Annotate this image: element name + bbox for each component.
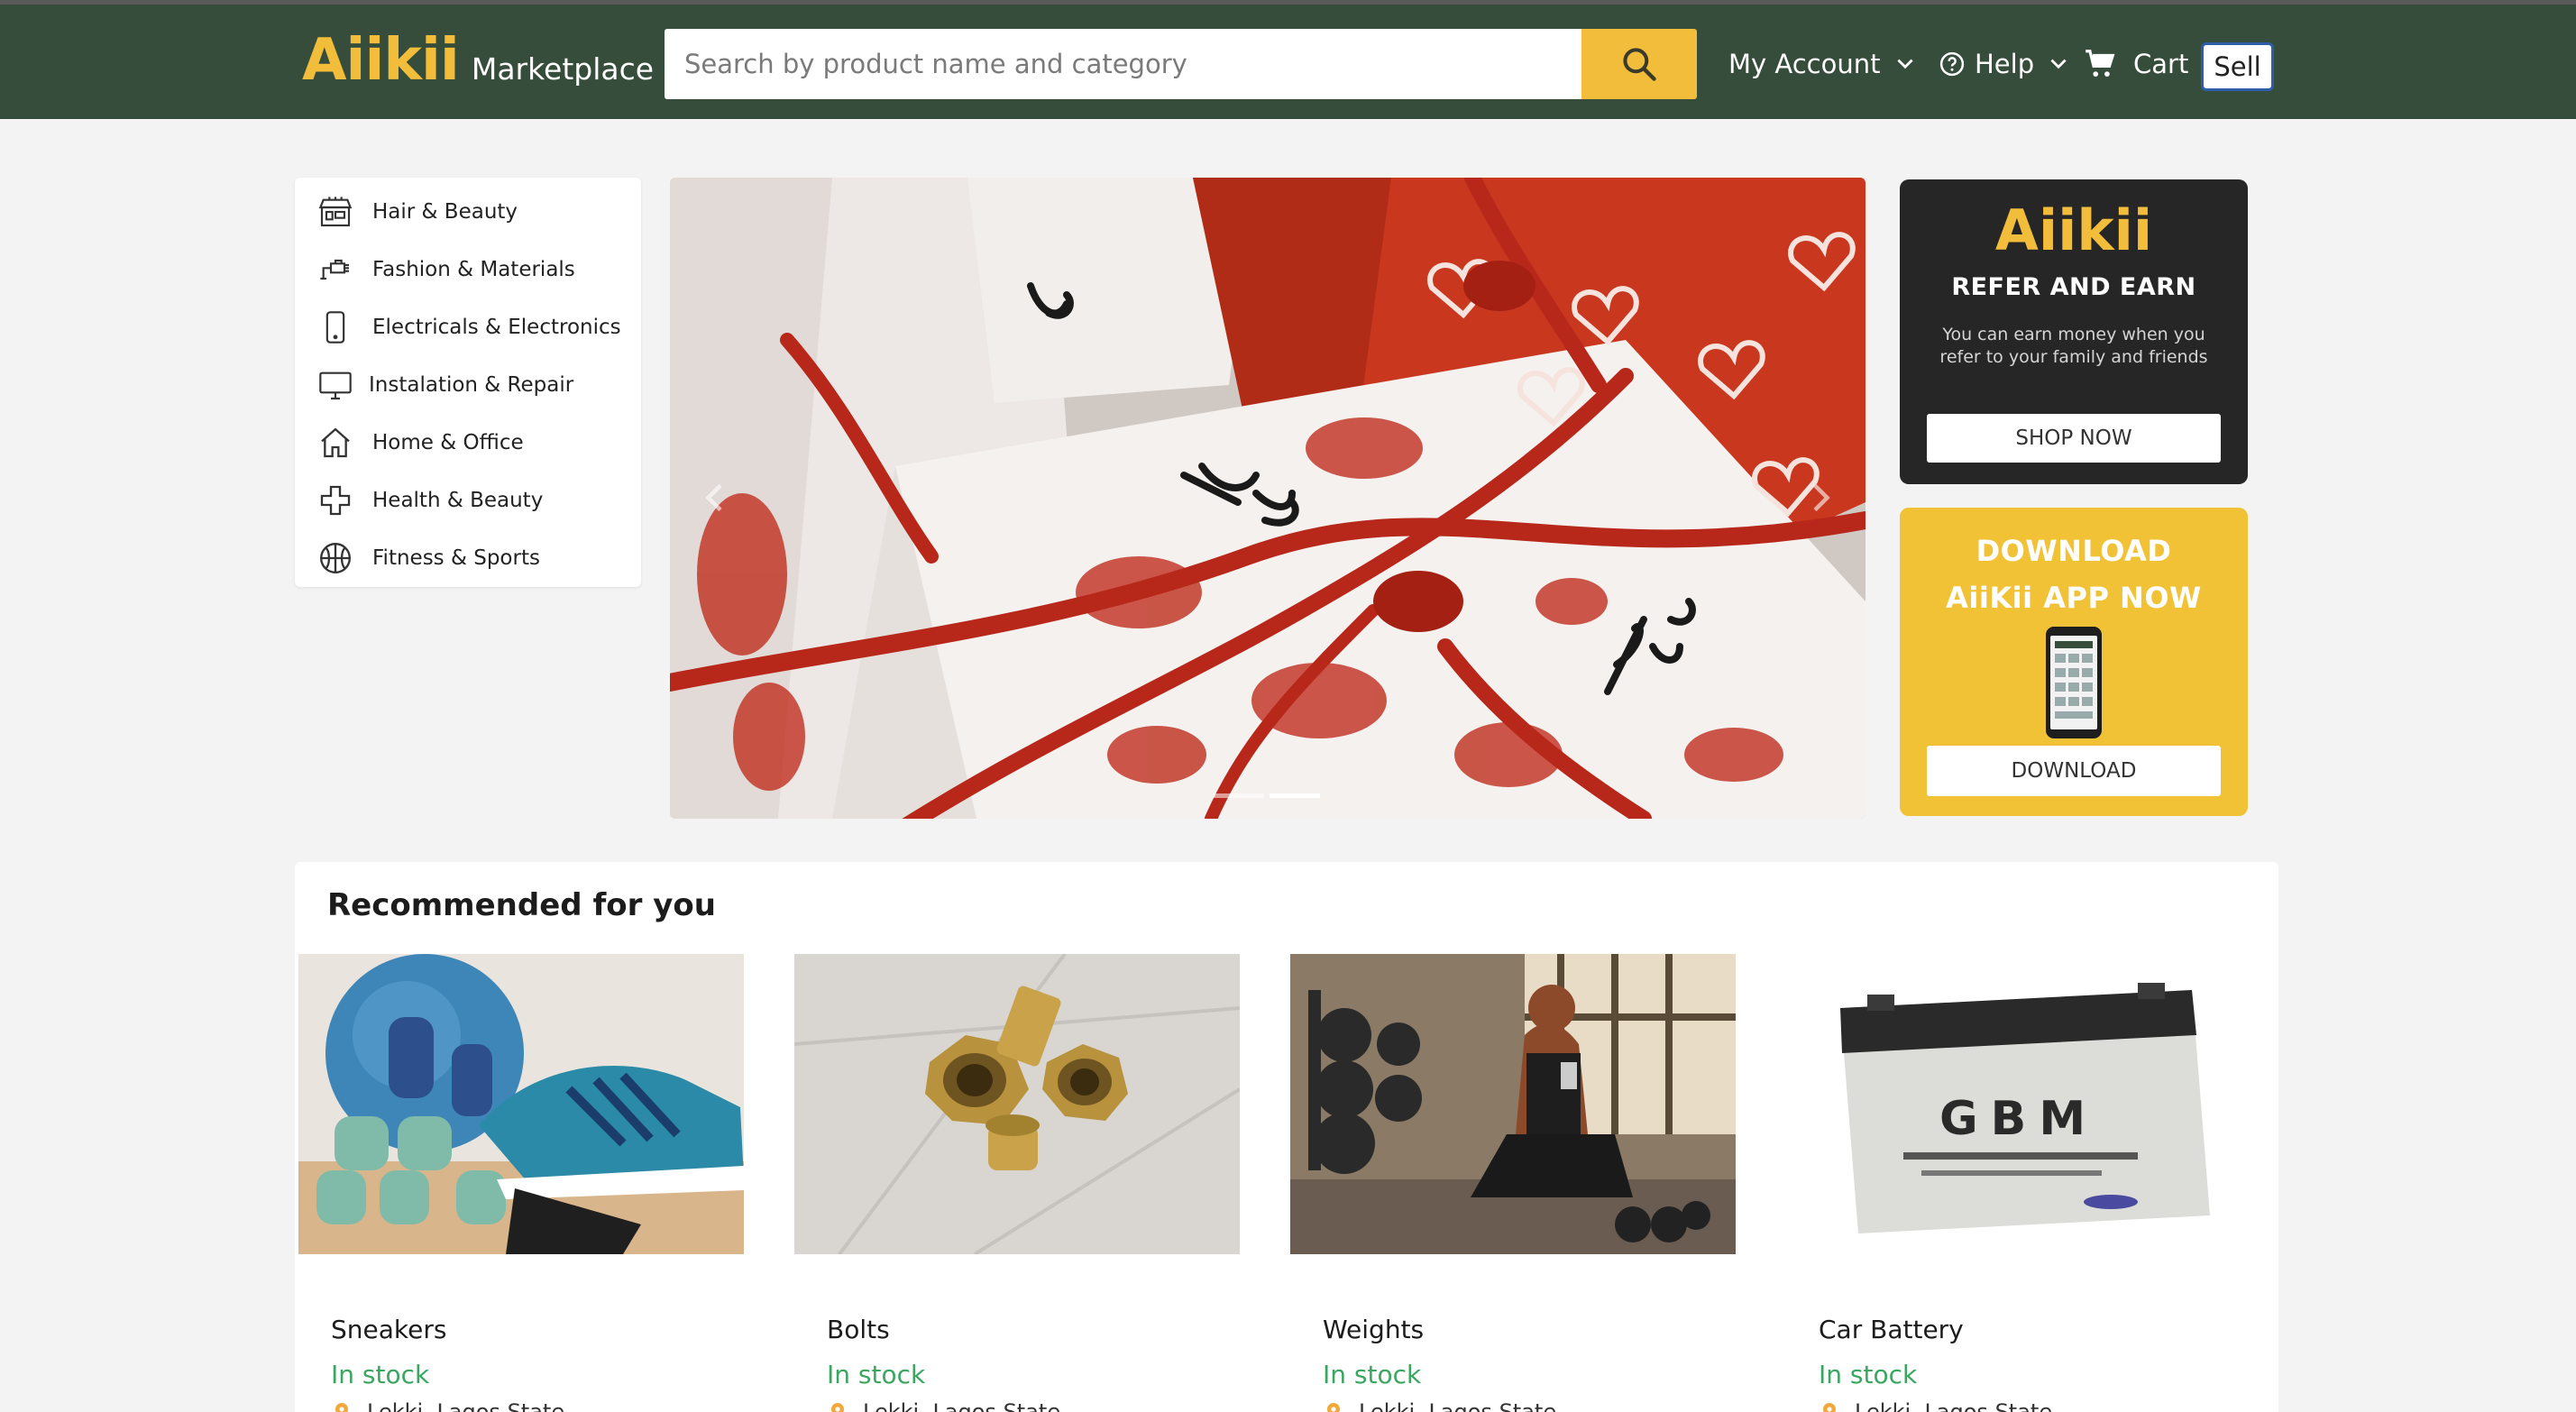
product-card[interactable]: Sneakers In stock Lekki, Lagos State <box>298 954 744 1412</box>
recommended-title: Recommended for you <box>327 887 716 923</box>
refer-earn-card: Aiikii REFER AND EARN You can earn money… <box>1900 179 2248 484</box>
store-icon <box>316 193 354 231</box>
location-label: Lekki, Lagos State <box>863 1399 1061 1412</box>
category-item-fitness-sports[interactable]: Fitness & Sports <box>316 535 540 582</box>
category-item-installation-repair[interactable]: Instalation & Repair <box>316 362 573 408</box>
recommended-section: Recommended for you Sneakers In stock Le… <box>295 862 2278 1412</box>
search-icon <box>1623 48 1656 81</box>
stock-status: In stock <box>331 1360 430 1389</box>
product-name: Bolts <box>827 1315 890 1344</box>
location-label: Lekki, Lagos State <box>1359 1399 1557 1412</box>
hero-pagination <box>1214 793 1320 798</box>
hero-prev-button[interactable] <box>688 466 742 529</box>
product-image <box>794 954 1240 1254</box>
cart-label: Cart <box>2133 49 2189 79</box>
category-item-electricals-electronics[interactable]: Electricals & Electronics <box>316 304 621 351</box>
refer-title: REFER AND EARN <box>1951 273 2196 301</box>
category-item-health-beauty[interactable]: Health & Beauty <box>316 477 543 524</box>
help-menu[interactable]: Help <box>1939 29 2070 99</box>
hero-dot[interactable] <box>1214 793 1264 798</box>
product-name: Weights <box>1323 1315 1425 1344</box>
location-label: Lekki, Lagos State <box>367 1399 565 1412</box>
site-logo[interactable]: Aiikii Marketplace <box>302 27 654 99</box>
product-name: Car Battery <box>1819 1315 1964 1344</box>
location-pin-icon <box>831 1403 844 1412</box>
location-pin-icon <box>1823 1403 1836 1412</box>
hero-dot-active[interactable] <box>1270 793 1320 798</box>
category-label: Fashion & Materials <box>372 258 575 281</box>
my-account-label: My Account <box>1728 49 1881 79</box>
category-item-fashion-materials[interactable]: Fashion & Materials <box>316 246 575 293</box>
chevron-down-icon <box>2050 59 2067 69</box>
stock-status: In stock <box>1819 1360 1918 1389</box>
category-label: Instalation & Repair <box>369 373 574 397</box>
category-label: Health & Beauty <box>372 489 544 512</box>
search-button[interactable] <box>1581 29 1697 99</box>
plus-icon <box>316 481 354 519</box>
home-icon <box>316 424 354 462</box>
product-card[interactable]: Bolts In stock Lekki, Lagos State <box>794 954 1240 1412</box>
category-item-hair-beauty[interactable]: Hair & Beauty <box>316 188 518 235</box>
category-sidebar: Hair & Beauty Fashion & Materials Electr… <box>295 178 641 587</box>
download-title-line2: AiiKii APP NOW <box>1946 581 2202 615</box>
shop-now-button[interactable]: SHOP NOW <box>1927 414 2221 463</box>
location-pin-icon <box>1327 1403 1340 1412</box>
product-location: Lekki, Lagos State <box>1323 1399 1556 1412</box>
location-label: Lekki, Lagos State <box>1855 1399 2053 1412</box>
product-location: Lekki, Lagos State <box>1819 1399 2052 1412</box>
product-card[interactable]: GBM Car Battery In stock Lekki, Lagos St… <box>1786 954 2232 1412</box>
category-label: Fitness & Sports <box>372 546 540 570</box>
download-title: DOWNLOAD AiiKii APP NOW <box>1900 527 2248 621</box>
category-label: Electricals & Electronics <box>372 316 621 339</box>
chevron-down-icon <box>1896 59 1913 69</box>
basketball-icon <box>316 539 354 577</box>
phone-app-icon <box>2046 627 2102 738</box>
search-box <box>665 29 1581 99</box>
cart-icon <box>2086 50 2115 77</box>
download-button[interactable]: DOWNLOAD <box>1927 746 2221 796</box>
help-label: Help <box>1975 49 2035 79</box>
stock-status: In stock <box>827 1360 926 1389</box>
category-label: Hair & Beauty <box>372 200 518 224</box>
download-title-line1: DOWNLOAD <box>1976 534 2172 568</box>
phone-icon <box>316 308 354 346</box>
cart-link[interactable]: Cart <box>2083 29 2188 99</box>
product-location: Lekki, Lagos State <box>331 1399 564 1412</box>
product-image: GBM <box>1786 954 2232 1254</box>
svg-text:GBM: GBM <box>1939 1092 2098 1146</box>
refer-text: You can earn money when you refer to you… <box>1939 325 2208 367</box>
hero-next-button[interactable] <box>1793 466 1847 529</box>
product-name: Sneakers <box>331 1315 447 1344</box>
product-image <box>1290 954 1736 1254</box>
search-input[interactable] <box>665 29 1581 99</box>
chevron-left-icon <box>705 483 722 512</box>
product-location: Lekki, Lagos State <box>827 1399 1060 1412</box>
my-account-menu[interactable]: My Account <box>1728 29 1917 99</box>
hero-image <box>670 178 1866 819</box>
stock-status: In stock <box>1323 1360 1422 1389</box>
product-image <box>298 954 744 1254</box>
monitor-icon <box>316 366 354 404</box>
logo-subtitle: Marketplace <box>471 51 655 87</box>
hairdryer-icon <box>316 251 354 289</box>
chevron-right-icon <box>1813 483 1830 512</box>
product-card[interactable]: Weights In stock Lekki, Lagos State <box>1290 954 1736 1412</box>
site-header: Aiikii Marketplace My Account Help Cart <box>0 5 2576 119</box>
hero-banner[interactable] <box>670 178 1866 819</box>
category-label: Home & Office <box>372 431 524 454</box>
refer-logo: Aiikii <box>1994 197 2153 263</box>
help-icon <box>1939 51 1965 77</box>
sell-button[interactable]: Sell <box>2201 42 2274 91</box>
location-pin-icon <box>335 1403 348 1412</box>
category-item-home-office[interactable]: Home & Office <box>316 419 524 466</box>
download-app-card: DOWNLOAD AiiKii APP NOW DOWNLOAD <box>1900 508 2248 816</box>
logo-mark: Aiikii <box>302 27 460 94</box>
